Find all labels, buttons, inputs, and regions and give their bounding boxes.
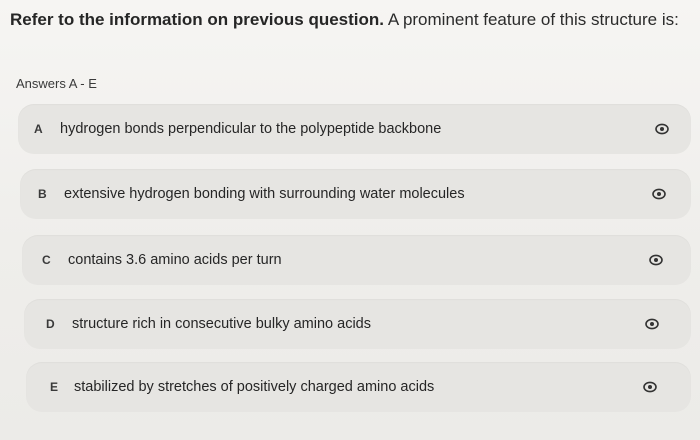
eye-icon[interactable] <box>655 123 669 135</box>
option-text: structure rich in consecutive bulky amin… <box>72 316 371 332</box>
answer-option-c[interactable]: C contains 3.6 amino acids per turn <box>22 235 691 285</box>
question-body: A prominent feature of this structure is… <box>384 10 679 29</box>
answer-option-d[interactable]: D structure rich in consecutive bulky am… <box>24 299 691 349</box>
answers-label: Answers A - E <box>16 76 97 91</box>
option-text: stabilized by stretches of positively ch… <box>74 379 435 395</box>
option-letter: C <box>42 253 51 267</box>
option-letter: A <box>34 122 43 136</box>
question-lead: Refer to the information on previous que… <box>10 10 385 29</box>
answer-option-a[interactable]: A hydrogen bonds perpendicular to the po… <box>18 104 691 154</box>
eye-icon[interactable] <box>649 254 663 266</box>
option-letter: B <box>38 187 47 201</box>
option-letter: D <box>46 317 55 331</box>
eye-icon[interactable] <box>643 381 657 393</box>
option-letter: E <box>50 380 59 394</box>
answer-option-b[interactable]: B extensive hydrogen bonding with surrou… <box>20 169 691 219</box>
eye-icon[interactable] <box>645 318 659 330</box>
option-text: hydrogen bonds perpendicular to the poly… <box>60 121 442 137</box>
eye-icon[interactable] <box>652 188 666 200</box>
option-text: extensive hydrogen bonding with surround… <box>64 186 465 202</box>
answer-option-e[interactable]: E stabilized by stretches of positively … <box>26 362 691 412</box>
question-text: Refer to the information on previous que… <box>10 9 690 30</box>
option-text: contains 3.6 amino acids per turn <box>68 252 282 268</box>
question-page: Refer to the information on previous que… <box>0 0 700 440</box>
